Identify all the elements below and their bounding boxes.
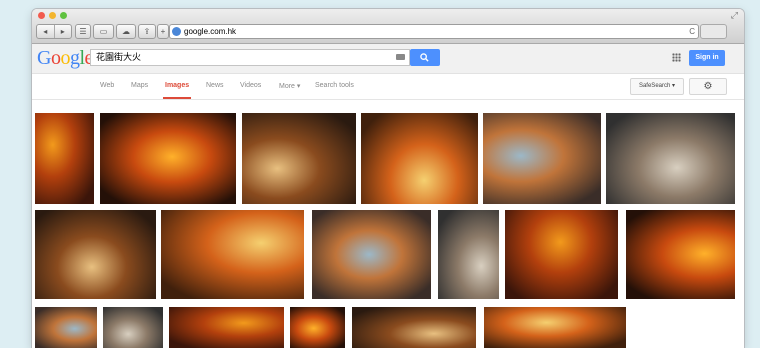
zoom-window-button[interactable] <box>60 12 67 19</box>
image-thumbnail[interactable] <box>505 210 618 299</box>
minimize-window-button[interactable] <box>49 12 56 19</box>
image-thumbnail[interactable] <box>103 307 163 348</box>
image-thumbnail[interactable] <box>35 210 156 299</box>
search-field[interactable] <box>700 24 727 39</box>
browser-window: ⤢ ◂ ▸ ☰ ▭ ☁ ⇪ + google.com.hk C Google 花… <box>32 9 744 348</box>
tab-videos[interactable]: Videos <box>240 82 261 89</box>
search-button[interactable] <box>410 49 440 66</box>
close-window-button[interactable] <box>38 12 45 19</box>
search-input[interactable]: 花園街大火 <box>90 49 410 66</box>
image-thumbnail[interactable] <box>361 113 478 204</box>
image-thumbnail[interactable] <box>352 307 476 348</box>
tab-maps[interactable]: Maps <box>131 82 148 89</box>
image-thumbnail[interactable] <box>438 210 499 299</box>
google-logo[interactable]: Google <box>37 47 93 70</box>
image-thumbnail[interactable] <box>312 210 431 299</box>
image-thumbnail[interactable] <box>484 307 626 348</box>
tab-news[interactable]: News <box>206 82 224 89</box>
search-icon <box>420 53 429 62</box>
globe-icon <box>172 27 181 36</box>
icloud-icon[interactable]: ☁ <box>116 24 136 39</box>
image-thumbnail[interactable] <box>35 307 97 348</box>
back-forward-buttons[interactable]: ◂ ▸ <box>36 24 72 39</box>
image-thumbnail[interactable] <box>606 113 735 204</box>
tab-web[interactable]: Web <box>100 82 114 89</box>
image-thumbnail[interactable] <box>169 307 284 348</box>
bookmarks-icon[interactable]: ▭ <box>93 24 114 39</box>
back-icon[interactable]: ◂ <box>37 25 55 38</box>
image-thumbnail[interactable] <box>483 113 601 204</box>
image-thumbnail[interactable] <box>35 113 94 204</box>
gear-icon[interactable]: ⚙ <box>689 78 727 95</box>
apps-grid-icon[interactable] <box>672 53 681 62</box>
google-header: Google 花園街大火 Sign in <box>32 44 744 74</box>
tab-images[interactable]: Images <box>162 82 192 99</box>
share-icon[interactable]: ⇪ <box>138 24 156 39</box>
browser-toolbar: ⤢ ◂ ▸ ☰ ▭ ☁ ⇪ + google.com.hk C <box>32 9 744 44</box>
logo-letter: G <box>37 47 51 69</box>
reload-icon[interactable]: C <box>689 25 695 38</box>
reader-icon[interactable]: ☰ <box>75 24 91 39</box>
image-thumbnail[interactable] <box>626 210 735 299</box>
sign-in-button[interactable]: Sign in <box>689 50 725 66</box>
fullscreen-icon[interactable]: ⤢ <box>731 10 738 21</box>
logo-letter: o <box>60 47 70 69</box>
image-thumbnail[interactable] <box>161 210 304 299</box>
address-bar[interactable]: google.com.hk C <box>169 24 699 39</box>
camera-icon[interactable] <box>396 54 405 60</box>
address-text: google.com.hk <box>184 27 237 36</box>
search-query: 花園街大火 <box>96 52 142 62</box>
image-thumbnail[interactable] <box>242 113 356 204</box>
image-thumbnail[interactable] <box>100 113 236 204</box>
tab-search-tools[interactable]: Search tools <box>315 82 354 89</box>
forward-icon[interactable]: ▸ <box>55 25 72 38</box>
image-thumbnail[interactable] <box>290 307 345 348</box>
tab-more[interactable]: More ▾ <box>279 82 300 90</box>
safe-search-button[interactable]: SafeSearch ▾ <box>630 78 684 95</box>
new-tab-icon[interactable]: + <box>157 24 169 39</box>
